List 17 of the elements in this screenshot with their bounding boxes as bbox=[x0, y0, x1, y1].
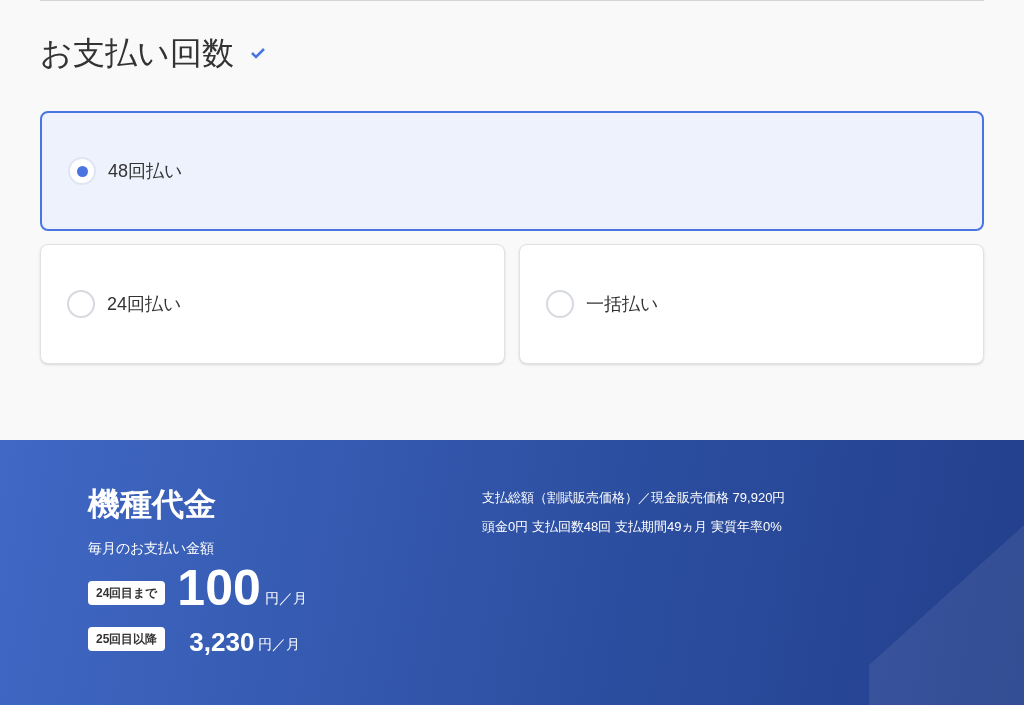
price-unit: 円／月 bbox=[258, 635, 301, 654]
section-title: お支払い回数 bbox=[40, 37, 234, 69]
price-amount: 3,230 bbox=[189, 629, 255, 655]
radio-icon bbox=[68, 157, 96, 185]
payment-option[interactable]: 48回払い bbox=[40, 111, 984, 231]
price-unit: 円／月 bbox=[264, 589, 307, 608]
radio-icon bbox=[67, 290, 95, 318]
summary-subtitle: 毎月のお支払い金額 bbox=[88, 539, 215, 558]
period-badge: 25回目以降 bbox=[88, 627, 166, 651]
price-amount: 100 bbox=[177, 563, 261, 613]
payment-option[interactable]: 一括払い bbox=[519, 244, 984, 364]
payment-option[interactable]: 24回払い bbox=[40, 244, 505, 364]
price-note: 頭金0円 支払回数48回 支払期間49ヵ月 実質年率0% bbox=[482, 517, 783, 536]
period-badge: 24回目まで bbox=[88, 581, 166, 605]
summary-title: 機種代金 bbox=[88, 488, 217, 520]
radio-icon bbox=[546, 290, 574, 318]
price-note: 支払総額（割賦販売価格）／現金販売価格 79,920円 bbox=[482, 489, 786, 507]
